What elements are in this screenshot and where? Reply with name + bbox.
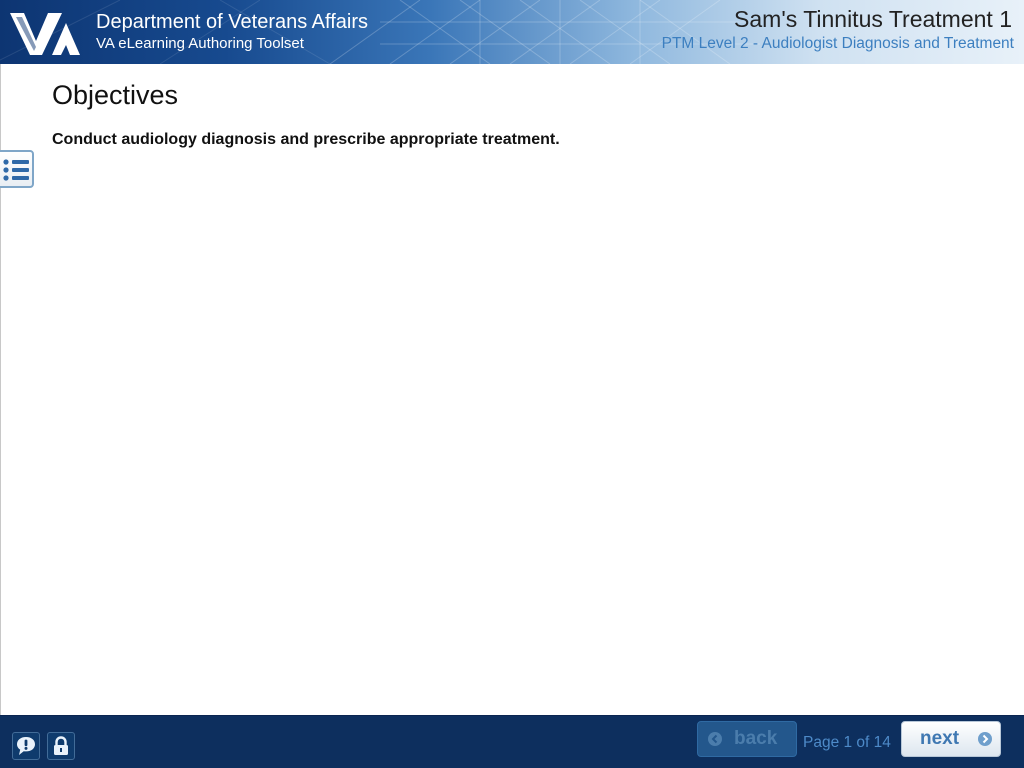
arrow-right-icon <box>978 732 992 746</box>
content-area <box>0 64 1024 715</box>
back-button[interactable]: back <box>697 721 797 757</box>
next-label: next <box>920 728 960 749</box>
page-title: Objectives <box>52 80 179 110</box>
help-button[interactable] <box>12 732 40 760</box>
list-icon <box>3 159 29 181</box>
help-icon <box>17 737 35 755</box>
lesson-page: Department of Veterans Affairs VA eLearn… <box>0 0 1024 768</box>
next-button[interactable]: next <box>901 721 1001 757</box>
lock-icon <box>54 736 68 755</box>
toolset-name: VA eLearning Authoring Toolset <box>96 35 304 52</box>
course-title: Sam's Tinnitus Treatment 1 <box>734 6 1012 32</box>
table-of-contents-button[interactable] <box>0 150 34 188</box>
back-label: back <box>734 728 778 749</box>
objective-text: Conduct audiology diagnosis and prescrib… <box>52 131 560 148</box>
header-banner: Department of Veterans Affairs VA eLearn… <box>0 0 1024 65</box>
organization-name: Department of Veterans Affairs <box>96 11 369 33</box>
lock-button[interactable] <box>47 732 75 760</box>
course-subtitle: PTM Level 2 - Audiologist Diagnosis and … <box>661 35 1014 52</box>
page-counter: Page 1 of 14 <box>803 734 891 751</box>
arrow-left-icon <box>708 732 722 746</box>
footer-bar: back Page 1 of 14 next <box>0 715 1024 768</box>
va-logo <box>10 13 80 55</box>
